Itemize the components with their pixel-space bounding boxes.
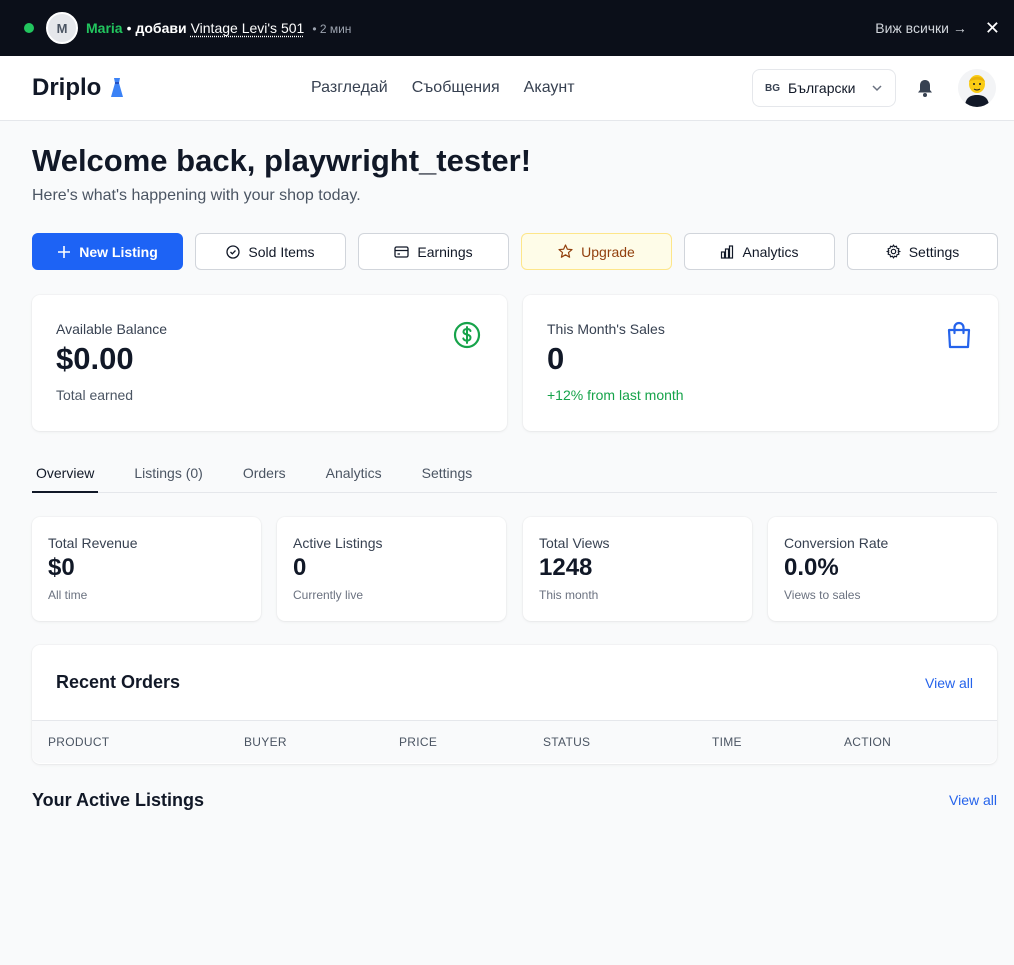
month-sales-value: 0	[547, 341, 565, 376]
month-sales-note: +12% from last month	[547, 387, 684, 403]
notification-separator: •	[126, 20, 132, 36]
column-header-price[interactable]: Price	[399, 735, 437, 749]
active-listings-title: Your Active Listings	[32, 790, 205, 810]
logo-text: Driplo	[32, 74, 102, 101]
tab-listings[interactable]: Listings (0)	[130, 460, 206, 493]
tab-overview[interactable]: Overview	[32, 460, 99, 493]
stat-value: 0.0%	[784, 554, 839, 581]
stat-note: Currently live	[293, 588, 364, 602]
recent-orders-title: Recent Orders	[56, 672, 181, 692]
dashboard-tabs: Overview Listings (0) Orders Analytics S…	[32, 460, 997, 493]
language-select[interactable]: BG Български	[752, 69, 896, 107]
available-balance-card: Available Balance $0.00 Total earned	[32, 295, 507, 431]
stat-value: 1248	[539, 554, 593, 581]
recent-orders-panel: Recent Orders View all Product Buyer Pri…	[32, 645, 997, 764]
month-sales-label: This Month's Sales	[547, 321, 665, 337]
balance-label: Available Balance	[56, 321, 168, 337]
page-title: Welcome back, playwright_tester!	[32, 143, 532, 178]
new-listing-label: New Listing	[79, 243, 158, 260]
active-listings-card: Active Listings 0 Currently live	[277, 517, 506, 621]
stat-value: 0	[293, 554, 307, 581]
bell-icon[interactable]	[910, 79, 940, 97]
gear-icon	[886, 244, 901, 259]
language-code: BG	[765, 82, 780, 94]
stat-label: Conversion Rate	[784, 535, 889, 551]
earnings-button[interactable]: Earnings	[358, 233, 509, 270]
nav-browse[interactable]: Разгледай	[311, 79, 388, 97]
avatar[interactable]	[958, 69, 996, 107]
notification-view-all-link[interactable]: Виж всички →	[875, 20, 967, 36]
notification-user[interactable]: Maria	[86, 20, 123, 36]
bar-chart-icon	[721, 244, 734, 259]
stat-note: Views to sales	[784, 588, 861, 602]
stat-label: Total Revenue	[48, 535, 138, 551]
activity-notification-bar: M Maria • добави Vintage Levi's 501 • 2 …	[0, 0, 1014, 56]
analytics-button[interactable]: Analytics	[684, 233, 835, 270]
stat-note: This month	[539, 588, 599, 602]
page-subtitle: Here's what's happening with your shop t…	[32, 187, 361, 204]
nav-account[interactable]: Акаунт	[524, 79, 575, 97]
dress-icon	[111, 78, 124, 97]
notification-message: Maria • добави Vintage Levi's 501 • 2 ми…	[86, 20, 351, 36]
plus-icon	[58, 245, 71, 258]
settings-button[interactable]: Settings	[847, 233, 998, 270]
column-header-status[interactable]: Status	[543, 735, 590, 749]
close-icon[interactable]: ✕	[985, 19, 1000, 37]
orders-table-header: Product Buyer Price Status Time Action	[32, 721, 997, 763]
total-views-card: Total Views 1248 This month	[523, 517, 752, 621]
notification-item-link[interactable]: Vintage Levi's 501	[191, 20, 305, 36]
new-listing-button[interactable]: New Listing	[32, 233, 183, 270]
column-header-time[interactable]: Time	[712, 735, 742, 749]
notification-time: • 2 мин	[312, 22, 352, 36]
notification-action: добави	[135, 20, 187, 36]
month-sales-card: This Month's Sales 0 +12% from last mont…	[523, 295, 998, 431]
stat-label: Total Views	[539, 535, 610, 551]
dollar-circle-icon	[453, 321, 481, 349]
earnings-label: Earnings	[417, 243, 473, 260]
settings-label: Settings	[908, 243, 960, 260]
total-revenue-card: Total Revenue $0 All time	[32, 517, 261, 621]
balance-value: $0.00	[56, 341, 134, 376]
tab-analytics[interactable]: Analytics	[322, 460, 386, 493]
sold-items-label: Sold Items	[248, 243, 315, 260]
notification-avatar: M	[46, 12, 78, 44]
credit-card-icon	[394, 245, 410, 258]
column-header-product[interactable]: Product	[48, 735, 109, 749]
main-nav: Разгледай Съобщения Акаунт	[311, 79, 575, 97]
upgrade-button[interactable]: Upgrade	[521, 233, 672, 270]
stat-note: All time	[48, 588, 88, 602]
check-circle-icon	[226, 244, 241, 259]
listings-view-all-link[interactable]: View all	[949, 792, 997, 808]
column-header-action[interactable]: Action	[844, 735, 891, 749]
language-label: Български	[788, 80, 856, 96]
quick-actions: New Listing Sold Items Earnings Upgrade …	[32, 233, 998, 270]
orders-view-all-link[interactable]: View all	[925, 675, 973, 691]
tab-settings[interactable]: Settings	[418, 460, 477, 493]
chevron-down-icon	[872, 85, 882, 92]
sold-items-button[interactable]: Sold Items	[195, 233, 346, 270]
balance-note: Total earned	[56, 387, 134, 403]
nav-messages[interactable]: Съобщения	[412, 79, 500, 97]
tab-orders[interactable]: Orders	[239, 460, 290, 493]
shopping-bag-icon	[947, 321, 971, 349]
upgrade-label: Upgrade	[581, 243, 635, 260]
conversion-rate-card: Conversion Rate 0.0% Views to sales	[768, 517, 997, 621]
column-header-buyer[interactable]: Buyer	[244, 735, 287, 749]
stat-value: $0	[48, 554, 75, 581]
logo[interactable]: Driplo	[32, 74, 127, 102]
stat-label: Active Listings	[293, 535, 383, 551]
analytics-label: Analytics	[742, 243, 799, 260]
site-header: Driplo Разгледай Съобщения Акаунт BG Бъл…	[0, 56, 1014, 121]
online-indicator	[24, 23, 34, 33]
star-icon	[558, 244, 573, 258]
